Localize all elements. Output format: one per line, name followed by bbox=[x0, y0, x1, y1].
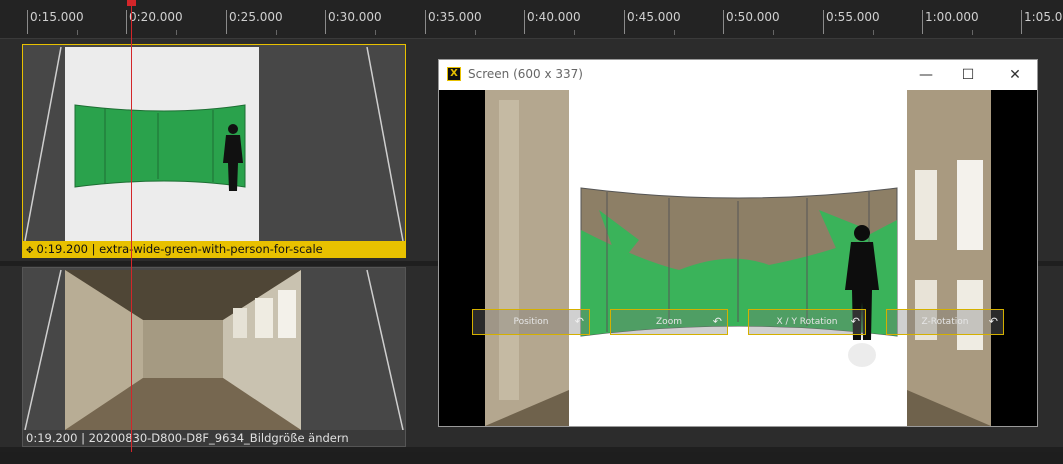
xy-rotation-control[interactable]: X / Y Rotation ↶ bbox=[748, 309, 866, 335]
ruler-minor-tick bbox=[773, 30, 774, 35]
clip-industrial-hall[interactable]: 0:19.200 | 20200830-D800-D8F_9634_Bildgr… bbox=[22, 267, 406, 447]
ruler-tick bbox=[425, 10, 426, 34]
ruler-tick bbox=[624, 10, 625, 34]
ruler-minor-tick bbox=[375, 30, 376, 35]
ruler-minor-tick bbox=[77, 30, 78, 35]
timeline-ruler[interactable]: 0:15.000 0:20.000 0:25.000 0:30.000 0:35… bbox=[0, 0, 1063, 39]
playhead[interactable] bbox=[131, 0, 132, 452]
clip2-label-bar: 0:19.200 | 20200830-D800-D8F_9634_Bildgr… bbox=[23, 430, 405, 446]
zoom-label: Zoom bbox=[656, 317, 682, 327]
app-logo-icon: X bbox=[447, 67, 461, 81]
ruler-minor-tick bbox=[176, 30, 177, 35]
ruler-minor-tick bbox=[873, 30, 874, 35]
ruler-tick bbox=[1021, 10, 1022, 34]
ruler-label: 0:30.000 bbox=[328, 10, 382, 24]
z-rotation-reset-icon[interactable]: ↶ bbox=[989, 310, 998, 334]
ruler-label: 0:25.000 bbox=[229, 10, 283, 24]
zoom-reset-icon[interactable]: ↶ bbox=[713, 310, 722, 334]
position-reset-icon[interactable]: ↶ bbox=[575, 310, 584, 334]
ruler-minor-tick bbox=[674, 30, 675, 35]
ruler-label: 1:00.000 bbox=[925, 10, 979, 24]
ruler-tick bbox=[226, 10, 227, 34]
zoom-control[interactable]: Zoom ↶ bbox=[610, 309, 728, 335]
maximize-button[interactable]: ☐ bbox=[953, 64, 983, 86]
screen-preview-window[interactable]: X Screen (600 x 337) — ☐ ✕ Position ↶ Zo… bbox=[438, 59, 1038, 427]
preview-viewport[interactable]: Position ↶ Zoom ↶ X / Y Rotation ↶ Z-Rot… bbox=[439, 90, 1037, 426]
timeline-scrollbar[interactable] bbox=[0, 452, 1063, 464]
ruler-label: 0:20.000 bbox=[129, 10, 183, 24]
ruler-tick bbox=[524, 10, 525, 34]
ruler-minor-tick bbox=[972, 30, 973, 35]
xy-rotation-label: X / Y Rotation bbox=[776, 317, 838, 327]
ruler-minor-tick bbox=[574, 30, 575, 35]
hand-move-icon: ✥ bbox=[26, 246, 34, 256]
clip-green-screen[interactable]: ✥ 0:19.200 | extra-wide-green-with-person… bbox=[22, 44, 406, 258]
xy-rotation-reset-icon[interactable]: ↶ bbox=[851, 310, 860, 334]
clip1-thumbnail bbox=[24, 46, 404, 241]
window-title: Screen (600 x 337) bbox=[468, 67, 583, 81]
ruler-label: 1:05.0 bbox=[1024, 10, 1063, 24]
ruler-tick bbox=[325, 10, 326, 34]
preview-scene bbox=[485, 90, 991, 426]
clip1-label-bar: ✥ 0:19.200 | extra-wide-green-with-person… bbox=[23, 241, 405, 257]
clip1-label: 0:19.200 | extra-wide-green-with-person-… bbox=[36, 242, 323, 256]
ruler-label: 0:55.000 bbox=[826, 10, 880, 24]
ruler-tick bbox=[126, 10, 127, 34]
ruler-label: 0:45.000 bbox=[627, 10, 681, 24]
ruler-minor-tick bbox=[475, 30, 476, 35]
ruler-label: 0:50.000 bbox=[726, 10, 780, 24]
ruler-tick bbox=[922, 10, 923, 34]
position-control[interactable]: Position ↶ bbox=[472, 309, 590, 335]
z-rotation-label: Z-Rotation bbox=[921, 317, 969, 327]
z-rotation-control[interactable]: Z-Rotation ↶ bbox=[886, 309, 1004, 335]
ruler-label: 0:15.000 bbox=[30, 10, 84, 24]
minimize-button[interactable]: — bbox=[911, 64, 941, 86]
clip2-label: 0:19.200 | 20200830-D800-D8F_9634_Bildgr… bbox=[26, 431, 349, 445]
ruler-label: 0:35.000 bbox=[428, 10, 482, 24]
clip2-thumbnail bbox=[24, 269, 404, 430]
ruler-tick bbox=[723, 10, 724, 34]
position-label: Position bbox=[513, 317, 549, 327]
ruler-tick bbox=[27, 10, 28, 34]
ruler-minor-tick bbox=[276, 30, 277, 35]
ruler-tick bbox=[823, 10, 824, 34]
window-titlebar[interactable]: X Screen (600 x 337) — ☐ ✕ bbox=[439, 60, 1037, 90]
ruler-label: 0:40.000 bbox=[527, 10, 581, 24]
close-button[interactable]: ✕ bbox=[1000, 64, 1030, 86]
